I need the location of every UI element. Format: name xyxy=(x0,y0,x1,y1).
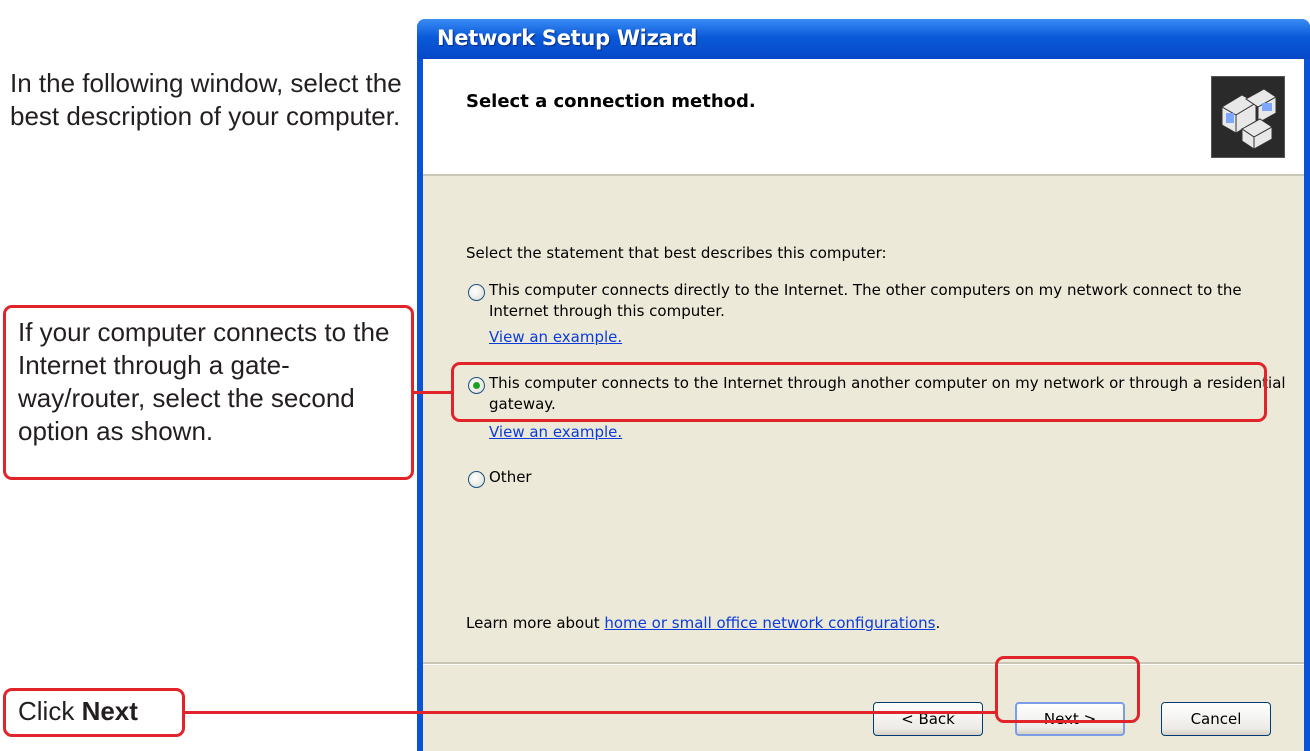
button-divider xyxy=(423,662,1304,665)
wizard-header: Select a connection method. xyxy=(423,59,1304,176)
click-next-prefix: Click xyxy=(18,696,82,726)
network-computers-icon xyxy=(1211,76,1285,158)
radio-selected-dot xyxy=(473,382,480,389)
view-example-link-2[interactable]: View an example. xyxy=(489,422,622,443)
cancel-button[interactable]: Cancel xyxy=(1161,702,1271,736)
gateway-callout-text: If your computer connects to the Interne… xyxy=(18,317,390,446)
option-direct-connection-label[interactable]: This computer connects directly to the I… xyxy=(489,280,1289,322)
option-gateway-connection-label[interactable]: This computer connects to the Internet t… xyxy=(489,373,1289,415)
wizard-client-area: Select a connection method. Select the s… xyxy=(423,59,1304,751)
title-bar[interactable]: Network Setup Wizard xyxy=(417,19,1310,59)
intro-text: In the following window, select the best… xyxy=(10,68,402,131)
header-title: Select a connection method. xyxy=(466,91,756,112)
view-example-link-1[interactable]: View an example. xyxy=(489,327,622,348)
next-button[interactable]: Next > xyxy=(1015,702,1125,736)
prompt-text: Select the statement that best describes… xyxy=(466,244,887,262)
learn-more-prefix: Learn more about xyxy=(466,614,605,632)
gateway-leader-line xyxy=(414,391,452,394)
network-configurations-link[interactable]: home or small office network configurati… xyxy=(604,614,935,632)
option-other-label[interactable]: Other xyxy=(489,467,532,488)
click-next-callout: Click Next xyxy=(3,688,185,737)
window-title: Network Setup Wizard xyxy=(437,26,698,50)
network-setup-wizard-window: Network Setup Wizard Select a connection… xyxy=(417,19,1310,751)
radio-other[interactable] xyxy=(468,471,485,488)
back-button[interactable]: < Back xyxy=(873,702,983,736)
click-next-bold: Next xyxy=(81,696,138,726)
next-leader-line xyxy=(185,711,995,714)
radio-direct-connection[interactable] xyxy=(468,284,485,301)
radio-gateway-connection[interactable] xyxy=(468,377,485,394)
learn-more-suffix: . xyxy=(935,614,941,632)
gateway-option-callout: If your computer connects to the Interne… xyxy=(3,305,414,480)
learn-more-text: Learn more about home or small office ne… xyxy=(466,613,940,634)
